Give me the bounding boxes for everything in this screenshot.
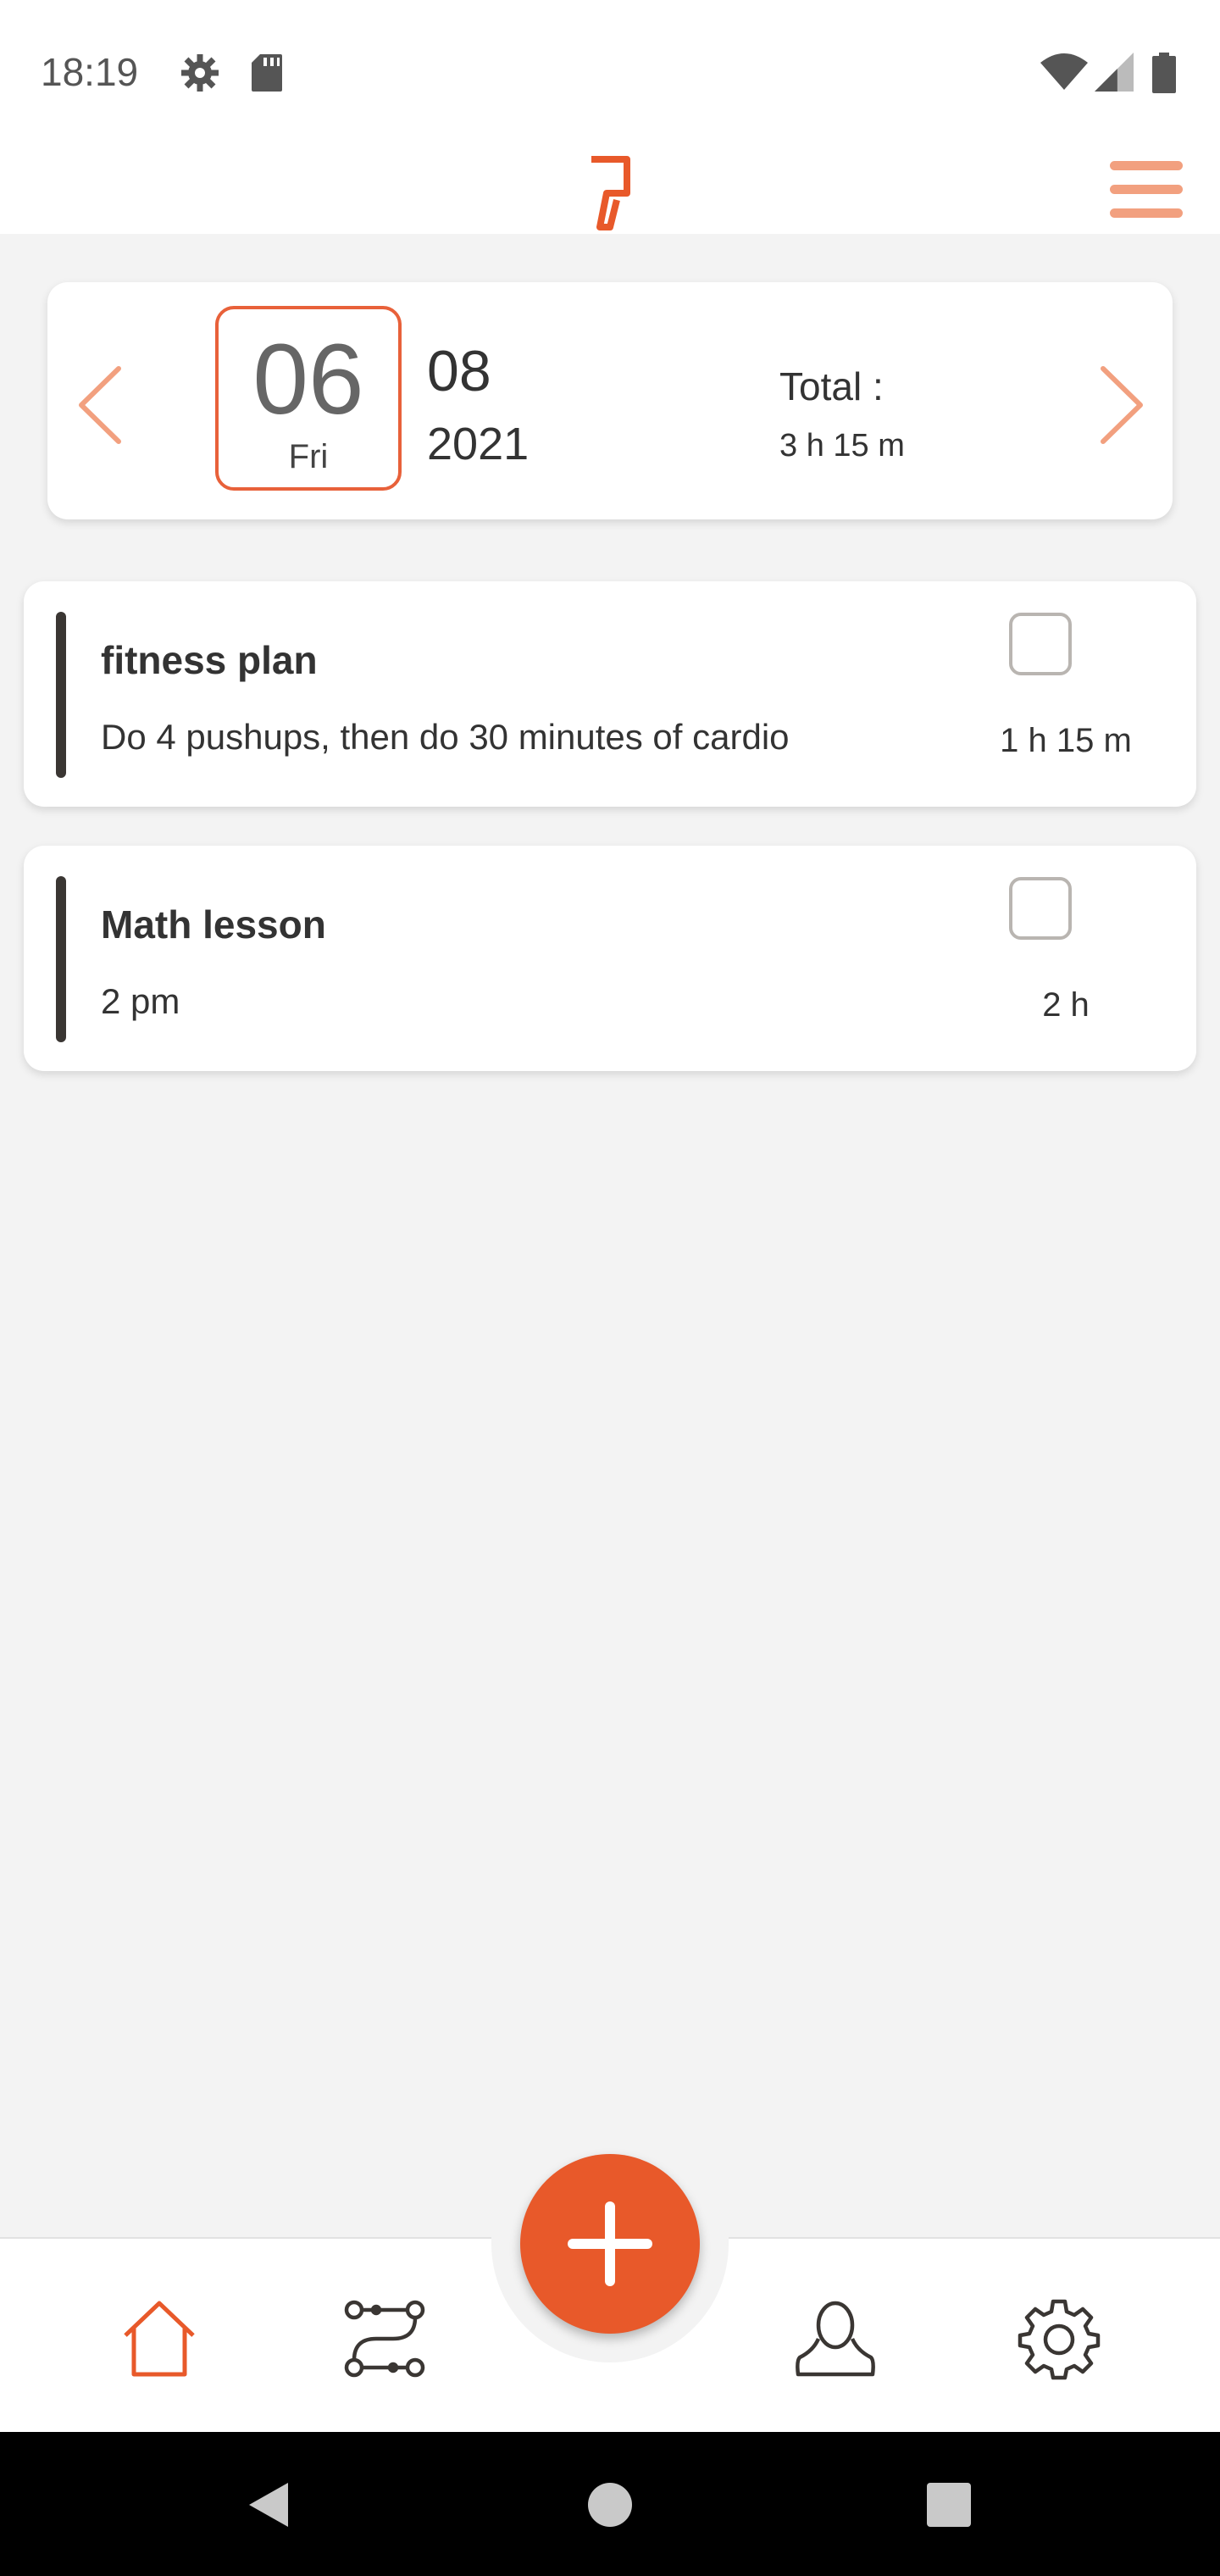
total-label: Total :	[779, 364, 884, 408]
recents-icon[interactable]	[925, 2481, 973, 2529]
app-logo-icon	[591, 156, 630, 230]
task-description: Do 4 pushups, then do 30 minutes of card…	[101, 717, 790, 757]
menu-icon[interactable]	[1110, 159, 1183, 220]
next-day-icon[interactable]	[1091, 358, 1151, 452]
selected-day-box[interactable]: 06 Fri	[215, 306, 402, 491]
user-icon[interactable]	[793, 2296, 878, 2381]
settings-status-icon	[181, 54, 219, 92]
weekday-label: Fri	[288, 438, 329, 475]
gear-icon[interactable]	[1017, 2296, 1101, 2381]
task-duration: 1 h 15 m	[1000, 722, 1132, 759]
sdcard-icon	[252, 54, 282, 92]
add-task-button[interactable]	[520, 2154, 700, 2334]
signal-icon	[1095, 53, 1134, 92]
status-bar: 18:19	[0, 0, 1220, 144]
app-bar	[0, 144, 1220, 234]
day-number: 06	[252, 324, 364, 436]
task-checkbox[interactable]	[1009, 613, 1072, 675]
task-accent-bar	[56, 876, 66, 1042]
status-time: 18:19	[41, 50, 139, 94]
task-card[interactable]: Math lesson 2 pm 2 h	[24, 846, 1196, 1071]
task-accent-bar	[56, 612, 66, 778]
previous-day-icon[interactable]	[71, 358, 130, 452]
year-label: 2021	[427, 419, 530, 469]
back-icon[interactable]	[244, 2479, 291, 2530]
home-circle-icon[interactable]	[586, 2481, 634, 2529]
wifi-icon	[1040, 53, 1088, 90]
task-card[interactable]: fitness plan Do 4 pushups, then do 30 mi…	[24, 581, 1196, 807]
battery-icon	[1152, 53, 1176, 93]
route-icon[interactable]	[342, 2296, 427, 2381]
task-checkbox[interactable]	[1009, 877, 1072, 940]
month-label: 08	[427, 339, 491, 403]
task-duration: 2 h	[1042, 986, 1090, 1024]
plus-icon	[568, 2201, 652, 2286]
task-title: Math lesson	[101, 902, 326, 947]
task-description: 2 pm	[101, 981, 180, 1021]
system-navigation-bar	[0, 2432, 1220, 2576]
home-icon[interactable]	[117, 2296, 202, 2381]
date-selector-card: 06 Fri 08 2021 Total : 3 h 15 m	[47, 282, 1173, 519]
task-title: fitness plan	[101, 638, 318, 682]
total-value: 3 h 15 m	[779, 428, 905, 464]
